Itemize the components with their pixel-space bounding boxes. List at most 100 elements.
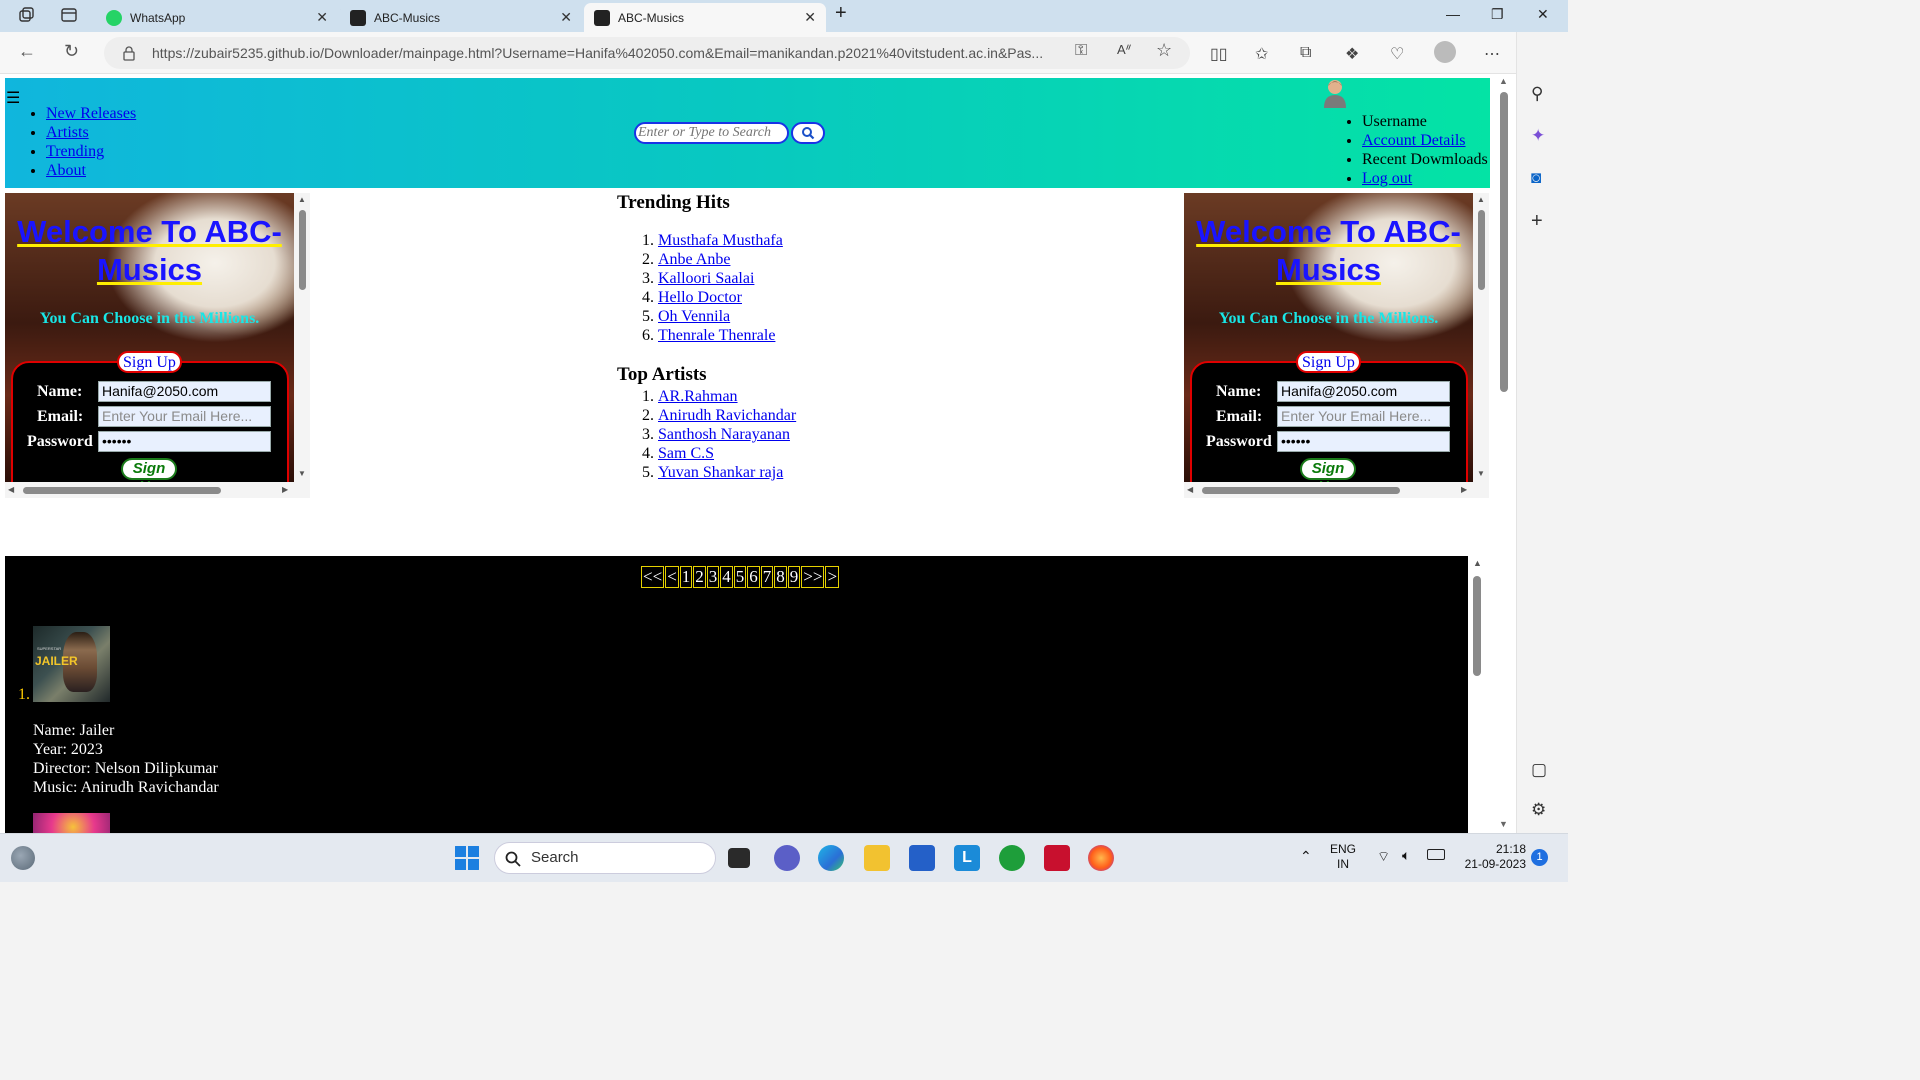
wifi-icon[interactable]: ⌔ (1377, 848, 1390, 866)
name-field[interactable]: Hanifa@2050.com (98, 381, 271, 402)
show-hidden-icons-icon[interactable]: ⌃ (1300, 848, 1312, 865)
browser-essentials-icon[interactable]: ♡ (1390, 44, 1404, 64)
lock-icon[interactable] (122, 45, 136, 61)
widget-horizontal-scrollbar[interactable]: ◀ ▶ (1184, 483, 1474, 498)
song-link[interactable]: Musthafa Musthafa (658, 232, 783, 249)
microsoft-store-icon[interactable] (909, 845, 935, 871)
page-prev[interactable]: < (665, 566, 679, 588)
widget-horizontal-scrollbar[interactable]: ◀ ▶ (5, 483, 295, 498)
nav-link[interactable]: About (46, 162, 86, 179)
read-aloud-icon[interactable]: Aᐥ (1117, 42, 1132, 58)
volume-icon[interactable]: 🔈︎ (1402, 847, 1410, 864)
welcome-title[interactable]: Welcome To ABC-Musics (1184, 213, 1473, 289)
weather-widget-icon[interactable] (11, 846, 35, 870)
search-icon[interactable]: ⚲ (1531, 84, 1543, 104)
password-field[interactable]: •••••• (1277, 431, 1450, 452)
nav-link[interactable]: Artists (46, 124, 89, 141)
new-tab-icon[interactable]: + (835, 2, 847, 25)
minimize-icon[interactable]: — (1446, 6, 1460, 22)
user-avatar-icon[interactable] (1320, 78, 1350, 108)
page-2[interactable]: 2 (693, 566, 706, 588)
page-next[interactable]: > (825, 566, 840, 588)
key-icon[interactable]: ⚿ (1075, 42, 1087, 60)
add-sidebar-app-icon[interactable]: + (1531, 210, 1543, 233)
email-field[interactable]: Enter Your Email Here... (1277, 406, 1450, 427)
close-tab-icon[interactable]: ✕ (560, 9, 572, 26)
artist-link[interactable]: Anirudh Ravichandar (658, 407, 796, 424)
signup-button[interactable]: Sign Up (1300, 458, 1356, 482)
close-tab-icon[interactable]: ✕ (316, 9, 328, 26)
artist-link[interactable]: Sam C.S (658, 445, 714, 462)
edge-taskbar-icon[interactable] (818, 845, 844, 871)
page-4[interactable]: 4 (720, 566, 733, 588)
settings-gear-icon[interactable]: ⚙ (1531, 800, 1546, 820)
song-link[interactable]: Hello Doctor (658, 289, 742, 306)
copilot-icon[interactable]: ✦ (1531, 126, 1545, 146)
movie-poster[interactable]: SUPERSTAR JAILER (33, 626, 110, 702)
workspaces-icon[interactable] (17, 6, 35, 24)
xbox-icon[interactable] (999, 845, 1025, 871)
tab-whatsapp[interactable]: WhatsApp ✕ (96, 3, 338, 32)
file-explorer-icon[interactable] (864, 845, 890, 871)
collections-icon[interactable]: ⧉ (1300, 44, 1311, 62)
artist-link[interactable]: Santhosh Narayanan (658, 426, 790, 443)
sidebar-toggle-icon[interactable]: ▢ (1531, 760, 1547, 780)
page-scrollbar[interactable]: ▲ ▼ (1494, 74, 1516, 833)
page-5[interactable]: 5 (733, 566, 747, 588)
task-view-icon[interactable] (728, 848, 750, 868)
nav-link[interactable]: New Releases (46, 105, 136, 122)
app-l-icon[interactable]: L (954, 845, 980, 871)
artist-link[interactable]: Yuvan Shankar raja (658, 464, 783, 481)
page-8[interactable]: 8 (774, 566, 787, 588)
logout-link[interactable]: Log out (1362, 170, 1412, 187)
widget-vertical-scrollbar[interactable]: ▲ ▼ (1474, 193, 1489, 482)
artist-link[interactable]: AR.Rahman (658, 388, 738, 405)
extensions-icon[interactable]: ❖ (1345, 44, 1359, 64)
tab-abc-musics-1[interactable]: ABC-Musics ✕ (340, 3, 582, 32)
page-first[interactable]: << (641, 566, 665, 588)
page-6[interactable]: 6 (747, 566, 760, 588)
account-details-link[interactable]: Account Details (1362, 132, 1466, 149)
page-9[interactable]: 9 (787, 566, 801, 588)
tab-actions-icon[interactable] (60, 6, 78, 24)
favorite-star-icon[interactable]: ☆ (1156, 40, 1172, 61)
nav-link[interactable]: Trending (46, 143, 104, 160)
song-link[interactable]: Oh Vennila (658, 308, 730, 325)
signup-button[interactable]: Sign Up (121, 458, 177, 482)
start-icon[interactable] (454, 845, 480, 871)
back-icon[interactable]: ← (18, 41, 36, 62)
movie-poster-next[interactable] (33, 813, 110, 833)
welcome-title[interactable]: Welcome To ABC-Musics (5, 213, 294, 289)
email-field[interactable]: Enter Your Email Here... (98, 406, 271, 427)
page-3[interactable]: 3 (706, 566, 720, 588)
taskbar-search[interactable]: Search (494, 842, 716, 874)
password-field[interactable]: •••••• (98, 431, 271, 452)
search-button[interactable] (791, 122, 825, 144)
widget-vertical-scrollbar[interactable]: ▲ ▼ (295, 193, 310, 482)
page-7[interactable]: 7 (760, 566, 774, 588)
firefox-icon[interactable] (1088, 845, 1114, 871)
mcafee-icon[interactable] (1044, 845, 1070, 871)
url-field[interactable]: https://zubair5235.github.io/Downloader/… (104, 37, 1190, 69)
movie-panel-scrollbar[interactable]: ▲ ▼ (1468, 556, 1490, 833)
profile-avatar-icon[interactable] (1434, 41, 1456, 63)
language-indicator[interactable]: ENG IN (1330, 842, 1356, 872)
notification-badge[interactable]: 1 (1531, 849, 1548, 866)
close-tab-icon[interactable]: ✕ (804, 9, 816, 26)
song-link[interactable]: Thenrale Thenrale (658, 327, 775, 344)
outlook-icon[interactable]: ◙ (1531, 168, 1541, 188)
tab-abc-musics-2[interactable]: ABC-Musics ✕ (584, 3, 826, 32)
close-window-icon[interactable]: ✕ (1537, 6, 1549, 23)
split-screen-icon[interactable]: ▯▯ (1210, 44, 1228, 64)
restore-icon[interactable]: ❐ (1491, 6, 1504, 23)
page-last[interactable]: >> (801, 566, 825, 588)
search-input[interactable] (634, 122, 789, 144)
song-link[interactable]: Anbe Anbe (658, 251, 730, 268)
page-1[interactable]: 1 (679, 566, 693, 588)
clock[interactable]: 21:18 21-09-2023 (1456, 842, 1526, 872)
teams-chat-icon[interactable] (774, 845, 800, 871)
refresh-icon[interactable]: ↻ (64, 41, 79, 62)
battery-icon[interactable] (1427, 849, 1445, 860)
favorites-icon[interactable]: ✩ (1255, 44, 1268, 64)
more-menu-icon[interactable]: ⋯ (1484, 44, 1500, 64)
